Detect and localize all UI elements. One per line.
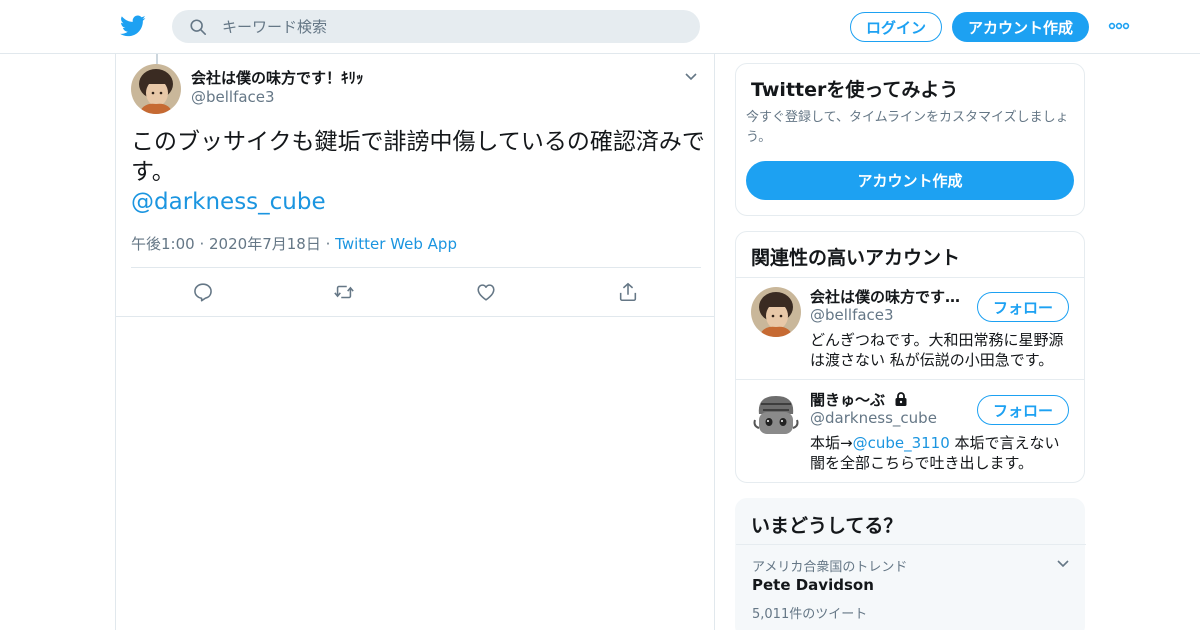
search-box[interactable]: キーワード検索	[172, 10, 700, 43]
retweet-icon[interactable]	[333, 281, 355, 303]
tweet-column: 会社は僕の味方です！ｷﾘｯ @bellface3 このブッサイクも鍵垢で誹謗中傷…	[115, 54, 715, 630]
chevron-down-icon[interactable]	[1056, 559, 1070, 569]
bio-mention-link[interactable]: @cube_3110	[853, 434, 950, 452]
meta-separator: ·	[325, 235, 336, 253]
account-name[interactable]: 闇きゅ〜ぶ	[810, 389, 970, 410]
account-handle[interactable]: @bellface3	[810, 306, 894, 324]
bio-text: 本垢→	[810, 434, 853, 452]
follow-button[interactable]: フォロー	[977, 395, 1069, 425]
more-dots-icon[interactable]	[1108, 20, 1130, 32]
tweet-metadata: 午後1:00 · 2020年7月18日 · Twitter Web App	[131, 233, 457, 254]
account-handle[interactable]: @darkness_cube	[810, 409, 937, 427]
like-icon[interactable]	[475, 281, 497, 303]
related-account-item[interactable]: 会社は僕の味方です！ｷﾘｯ @bellface3 フォロー どんぎつねです。大和…	[736, 277, 1084, 379]
tweet-time[interactable]: 午後1:00	[131, 235, 195, 253]
search-icon	[190, 18, 207, 35]
tweet-author-name[interactable]: 会社は僕の味方です！ｷﾘｯ	[191, 67, 364, 88]
tweet-actions	[116, 268, 714, 317]
trends-card: いまどうしてる？ アメリカ合衆国のトレンド Pete Davidson 5,01…	[735, 498, 1086, 630]
follow-button[interactable]: フォロー	[977, 292, 1069, 322]
tweet-source-app[interactable]: Twitter Web App	[335, 235, 457, 253]
related-accounts-title: 関連性の高いアカウント	[751, 247, 961, 269]
avatar[interactable]	[751, 287, 801, 337]
account-name[interactable]: 会社は僕の味方です！ｷﾘｯ	[810, 286, 970, 307]
related-accounts-card: 関連性の高いアカウント 会社は僕の味方です！ｷﾘｯ @bellface3 フォロ…	[735, 231, 1085, 483]
related-account-item[interactable]: 闇きゅ〜ぶ @darkness_cube フォロー 本垢→@cube_3110 …	[736, 380, 1084, 482]
signup-card-description: 今すぐ登録して、タイムラインをカスタマイズしましょう。	[746, 110, 1069, 145]
tweet-mention-link[interactable]: @darkness_cube	[131, 187, 706, 217]
avatar[interactable]	[751, 390, 801, 440]
signup-card-button[interactable]: アカウント作成	[746, 161, 1074, 200]
thread-connector	[156, 54, 158, 64]
avatar[interactable]	[131, 64, 181, 114]
trend-item[interactable]: Pete Davidson	[752, 576, 874, 594]
meta-separator: ·	[199, 235, 210, 253]
search-input[interactable]: キーワード検索	[222, 16, 327, 37]
reply-icon[interactable]	[192, 281, 214, 303]
tweet-body: このブッサイクも鍵垢で誹謗中傷しているの確認済みです。	[131, 129, 705, 185]
top-navigation-bar: キーワード検索 ログイン アカウント作成	[0, 0, 1200, 54]
chevron-down-icon[interactable]	[684, 72, 698, 82]
signup-card: Twitterを使ってみよう 今すぐ登録して、タイムラインをカスタマイズしましょ…	[735, 63, 1085, 216]
account-bio: どんぎつねです。大和田常務に星野源は渡さない 私が伝説の小田急です。	[810, 331, 1064, 369]
twitter-bird-icon[interactable]	[120, 13, 146, 39]
account-bio: 本垢→@cube_3110 本垢で言えない闇を全部こちらで吐き出します。	[810, 433, 1072, 473]
signup-card-title: Twitterを使ってみよう	[751, 79, 959, 101]
lock-icon	[895, 392, 907, 406]
divider	[736, 544, 1086, 545]
tweet-text: このブッサイクも鍵垢で誹謗中傷しているの確認済みです。 @darkness_cu…	[131, 127, 706, 217]
tweet-author-handle[interactable]: @bellface3	[191, 88, 275, 106]
login-button[interactable]: ログイン	[850, 12, 942, 42]
trend-location: アメリカ合衆国のトレンド	[752, 560, 908, 575]
share-icon[interactable]	[617, 281, 639, 303]
trend-tweet-count: 5,011件のツイート	[752, 607, 868, 622]
signup-button[interactable]: アカウント作成	[952, 12, 1089, 42]
trends-title: いまどうしてる？	[751, 515, 903, 537]
tweet-date[interactable]: 2020年7月18日	[209, 235, 321, 253]
account-name-text[interactable]: 闇きゅ〜ぶ	[810, 391, 885, 409]
